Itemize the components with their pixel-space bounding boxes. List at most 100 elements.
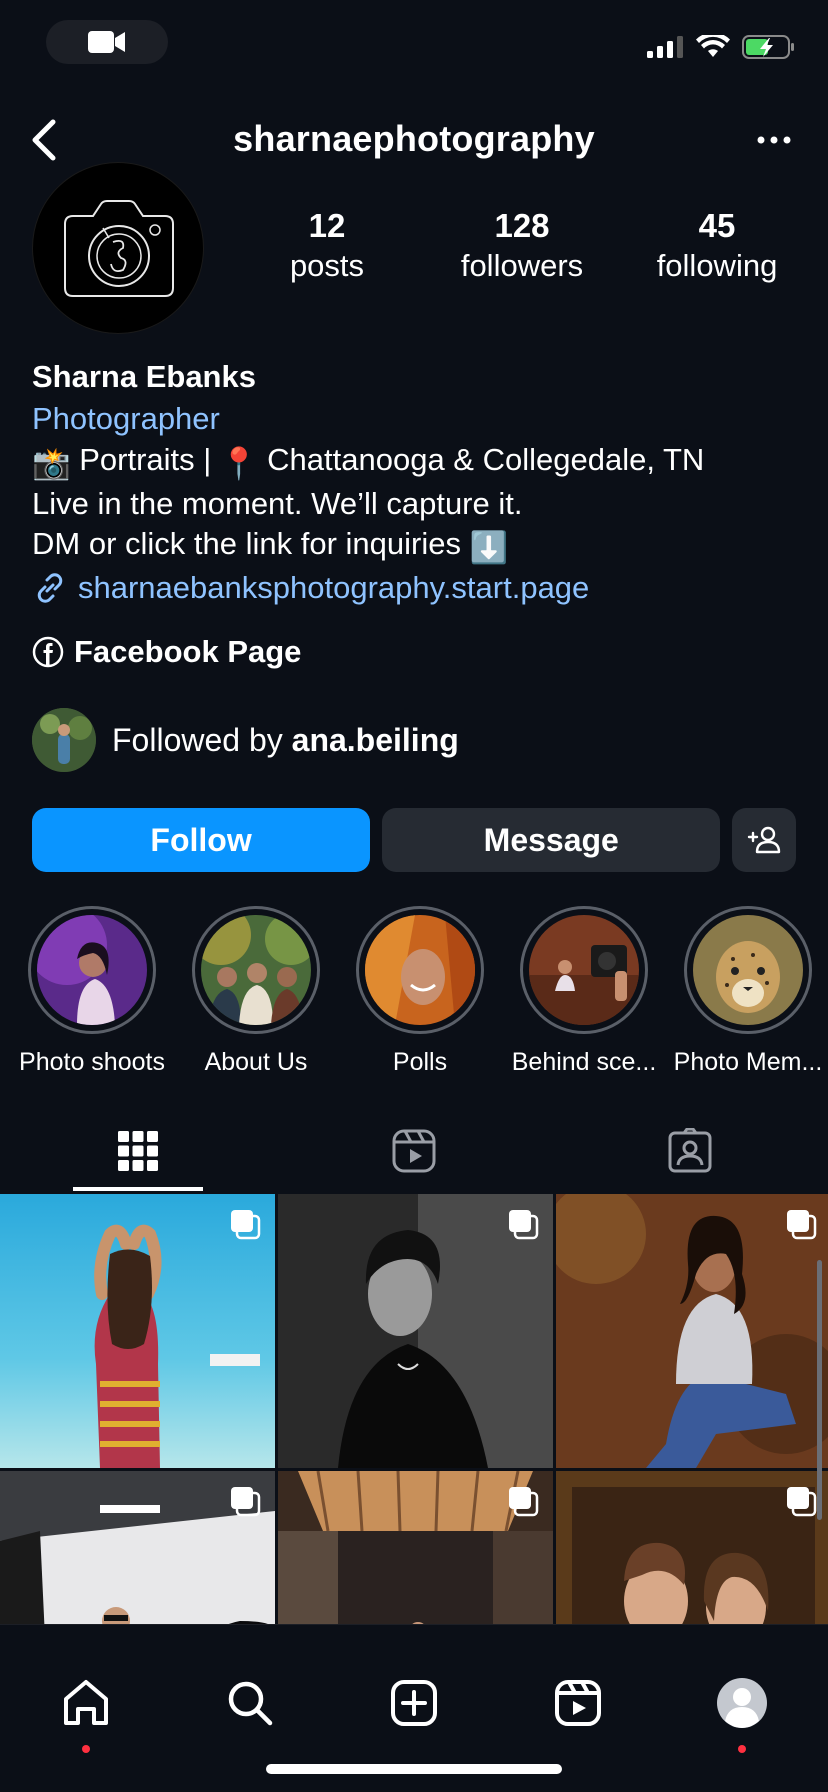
- search-icon: [228, 1681, 273, 1726]
- tagged-icon: [668, 1128, 712, 1173]
- highlight-label: Behind sce...: [511, 1048, 657, 1076]
- followed-by-text: Followed by ana.beiling: [112, 722, 459, 759]
- followed-by-row[interactable]: Followed by ana.beiling: [32, 708, 459, 772]
- profile-icon: [717, 1678, 767, 1728]
- link-icon: [37, 573, 63, 603]
- profile-category: Photographer: [32, 401, 220, 436]
- following-value: 45: [698, 207, 736, 244]
- post-thumbnail[interactable]: [0, 1471, 275, 1624]
- nav-home[interactable]: [56, 1673, 116, 1733]
- followers-value: 128: [494, 207, 550, 244]
- nav-create[interactable]: [384, 1673, 444, 1733]
- highlight-about-us[interactable]: About Us: [174, 906, 338, 1077]
- posts-value: 12: [308, 207, 346, 244]
- multiple-images-icon: [231, 1210, 261, 1240]
- website-link[interactable]: sharnaebanksphotography.start.page: [32, 570, 589, 606]
- post-thumbnail[interactable]: [556, 1471, 828, 1624]
- status-icons: [646, 34, 796, 60]
- camera-flash-emoji: 📸: [32, 446, 71, 481]
- wifi-icon: [696, 35, 730, 57]
- facebook-page-link[interactable]: Facebook Page: [32, 634, 301, 670]
- highlight-polls[interactable]: Polls: [338, 906, 502, 1077]
- suggested-users-button[interactable]: [732, 808, 796, 872]
- followers-label: followers: [460, 248, 584, 283]
- down-arrow-emoji: ⬇️: [469, 530, 509, 565]
- followed-by-user: ana.beiling: [291, 721, 459, 758]
- scrollbar[interactable]: [817, 1260, 822, 1520]
- multiple-images-icon: [787, 1210, 817, 1240]
- followers-count[interactable]: 128 followers: [427, 206, 617, 286]
- highlight-cover-behind-scenes: [529, 915, 639, 1025]
- profile-username: sharnaephotography: [233, 118, 595, 159]
- facebook-icon: [32, 636, 64, 668]
- follower-avatar: [32, 708, 96, 772]
- profile-notification-dot: [738, 1745, 746, 1753]
- reels-icon: [555, 1680, 601, 1726]
- post-thumbnail[interactable]: [278, 1471, 553, 1624]
- camera-logo-icon: [64, 200, 174, 297]
- active-tab-indicator: [73, 1187, 203, 1191]
- highlight-ring: [192, 906, 320, 1034]
- follower-avatar-image: [32, 708, 96, 772]
- following-label: following: [656, 248, 778, 283]
- highlight-photo-memories[interactable]: Photo Mem...: [666, 906, 828, 1077]
- highlight-label: About Us: [204, 1048, 308, 1076]
- add-person-icon: [747, 826, 781, 854]
- message-button[interactable]: Message: [382, 808, 721, 872]
- posts-grid: [0, 1194, 828, 1624]
- highlight-label: Photo shoots: [19, 1048, 165, 1076]
- nav-profile[interactable]: [712, 1673, 772, 1733]
- highlight-cover-photo-shoots: [37, 915, 147, 1025]
- bio-line-2: Live in the moment. We’ll capture it.: [32, 486, 523, 521]
- nav-search[interactable]: [220, 1673, 280, 1733]
- profile-action-buttons: Follow Message: [32, 808, 796, 872]
- profile-stats: 12 posts 128 followers 45 following: [232, 206, 812, 286]
- battery-charging-icon: [742, 35, 794, 59]
- website-link-text: sharnaebanksphotography.start.page: [78, 570, 590, 605]
- create-icon: [391, 1680, 437, 1726]
- more-options-button[interactable]: [750, 120, 798, 160]
- highlight-ring: [520, 906, 648, 1034]
- highlight-photo-shoots[interactable]: Photo shoots: [10, 906, 174, 1077]
- post-thumbnail[interactable]: [556, 1194, 828, 1468]
- multiple-images-icon: [787, 1487, 817, 1517]
- home-icon: [64, 1680, 108, 1725]
- more-horizontal-icon: [757, 136, 791, 144]
- tab-reels[interactable]: [276, 1110, 552, 1192]
- status-bar: [0, 0, 828, 88]
- followed-by-prefix: Followed by: [112, 721, 292, 758]
- tab-posts-grid[interactable]: [0, 1110, 276, 1192]
- highlight-cover-polls: [365, 915, 475, 1025]
- multiple-images-icon: [509, 1210, 539, 1240]
- camera-indicator-pill: [46, 20, 168, 64]
- bio-line-1-text-a: Portraits |: [70, 442, 220, 477]
- home-indicator[interactable]: [266, 1764, 562, 1774]
- facebook-page-text: Facebook Page: [74, 634, 302, 669]
- story-highlights: Photo shoots About Us Polls Behind sce..…: [0, 906, 828, 1076]
- profile-avatar[interactable]: [32, 162, 204, 334]
- highlight-label: Photo Mem...: [673, 1048, 823, 1076]
- highlight-cover-photo-memories: [693, 915, 803, 1025]
- posts-count[interactable]: 12 posts: [232, 206, 422, 286]
- following-count[interactable]: 45 following: [622, 206, 812, 286]
- multiple-images-icon: [231, 1487, 261, 1517]
- follow-button[interactable]: Follow: [32, 808, 371, 872]
- post-thumbnail[interactable]: [0, 1194, 275, 1468]
- profile-full-name: Sharna Ebanks: [32, 359, 256, 394]
- bio-line-1-text-b: Chattanooga & Collegedale, TN: [258, 442, 705, 477]
- nav-reels[interactable]: [548, 1673, 608, 1733]
- highlight-cover-about-us: [201, 915, 311, 1025]
- highlight-label: Polls: [392, 1048, 448, 1076]
- bio-line-3: DM or click the link for inquiries ⬇️: [32, 524, 812, 568]
- video-camera-icon: [88, 31, 125, 53]
- grid-icon: [118, 1131, 158, 1171]
- post-thumbnail[interactable]: [278, 1194, 553, 1468]
- multiple-images-icon: [509, 1487, 539, 1517]
- signal-icon: [647, 36, 683, 58]
- highlight-ring: [28, 906, 156, 1034]
- pin-emoji: 📍: [219, 446, 259, 481]
- highlight-behind-scenes[interactable]: Behind sce...: [502, 906, 666, 1077]
- highlight-ring: [684, 906, 812, 1034]
- tab-tagged[interactable]: [552, 1110, 828, 1192]
- home-notification-dot: [82, 1745, 90, 1753]
